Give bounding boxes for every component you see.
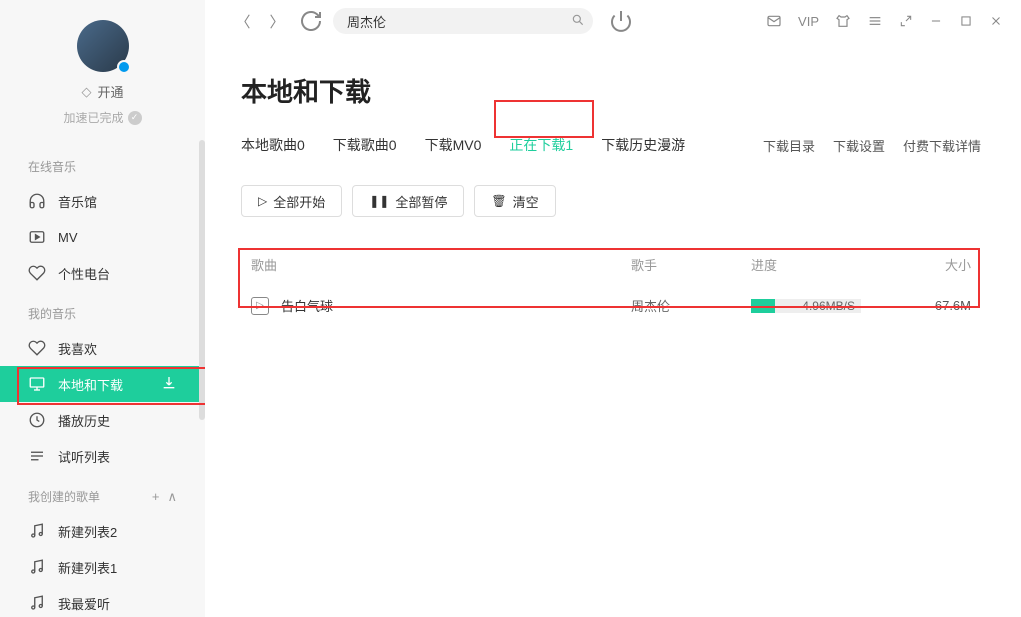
accel-status: 加速已完成 ✓ — [63, 109, 141, 126]
list-icon — [28, 447, 46, 465]
sidebar-item-playlist2[interactable]: 新建列表2 — [0, 513, 205, 549]
minimize-icon[interactable] — [929, 14, 943, 28]
clock-icon — [28, 411, 46, 429]
label: 我喜欢 — [58, 339, 97, 358]
sidebar-item-trial-list[interactable]: 试听列表 — [0, 438, 205, 474]
trash-icon: 🗑 — [491, 194, 506, 208]
label: 本地和下载 — [58, 375, 123, 394]
col-artist: 歌手 — [631, 255, 751, 274]
speed-text: 4.96MB/S — [802, 299, 855, 313]
search-input[interactable] — [347, 14, 571, 29]
mail-icon[interactable] — [766, 13, 782, 29]
link-download-settings[interactable]: 下载设置 — [833, 136, 885, 155]
headphones-icon — [28, 192, 46, 210]
label: 播放历史 — [58, 411, 110, 430]
table-row[interactable]: ▷ 告白气球 周杰伦 4.96MB/S 67.6M — [241, 282, 981, 329]
scrollbar[interactable] — [199, 140, 205, 420]
music-note-icon — [28, 594, 46, 612]
song-cell: ▷ 告白气球 — [251, 296, 631, 315]
heart-icon — [28, 339, 46, 357]
section-playlists: 我创建的歌单 + ∧ — [0, 474, 205, 513]
download-icon — [161, 375, 177, 394]
section-online-music: 在线音乐 — [0, 144, 205, 183]
page-title: 本地和下载 — [241, 72, 981, 109]
progress-bar: 4.96MB/S — [751, 299, 861, 313]
link-download-dir[interactable]: 下载目录 — [763, 136, 815, 155]
sidebar-item-favorites[interactable]: 我喜欢 — [0, 330, 205, 366]
back-button[interactable]: 〈 — [231, 9, 255, 33]
pause-icon: ❚❚ — [369, 194, 389, 208]
collapse-icon[interactable]: ∧ — [167, 489, 177, 505]
play-icon[interactable]: ▷ — [251, 297, 269, 315]
main: 〈 〉 VIP 本地和下载 本地歌曲0 下载歌曲0 下载MV0 正在下载1 下载… — [205, 0, 1021, 617]
mini-icon[interactable] — [899, 14, 913, 28]
sidebar-item-most-played[interactable]: 我最爱听 — [0, 585, 205, 617]
tab-downloading[interactable]: 正在下载1 — [509, 129, 573, 161]
tab-links: 下载目录 下载设置 付费下载详情 — [763, 136, 981, 155]
col-size: 大小 — [901, 255, 971, 274]
forward-button[interactable]: 〉 — [265, 9, 289, 33]
close-icon[interactable] — [989, 14, 1003, 28]
action-row: ▷全部开始 ❚❚全部暂停 🗑清空 — [241, 185, 981, 217]
size-cell: 67.6M — [901, 298, 971, 313]
music-note-icon — [28, 558, 46, 576]
power-icon[interactable] — [609, 9, 633, 33]
tab-local-songs[interactable]: 本地歌曲0 — [241, 129, 305, 161]
play-rect-icon — [28, 228, 46, 246]
label: 个性电台 — [58, 264, 110, 283]
col-progress: 进度 — [751, 255, 901, 274]
profile-section: ◇ 开通 加速已完成 ✓ — [0, 20, 205, 126]
playlist-title: 我创建的歌单 — [28, 488, 100, 505]
refresh-button[interactable] — [299, 9, 323, 33]
search-box[interactable] — [333, 8, 593, 34]
menu-icon[interactable] — [867, 13, 883, 29]
label: 试听列表 — [58, 447, 110, 466]
accel-label: 加速已完成 — [63, 109, 123, 126]
label: 我最爱听 — [58, 594, 110, 613]
skin-icon[interactable] — [835, 13, 851, 29]
diamond-icon: ◇ — [81, 84, 91, 100]
label: 音乐馆 — [58, 192, 97, 211]
pause-all-button[interactable]: ❚❚全部暂停 — [352, 185, 464, 217]
vip-label: 开通 — [97, 82, 123, 101]
check-icon: ✓ — [128, 111, 142, 125]
play-icon: ▷ — [258, 194, 267, 208]
sidebar-item-local-download[interactable]: 本地和下载 — [0, 366, 205, 402]
monitor-icon — [28, 375, 46, 393]
search-icon[interactable] — [571, 13, 585, 30]
progress-fill — [751, 299, 775, 313]
tab-row: 本地歌曲0 下载歌曲0 下载MV0 正在下载1 下载历史漫游 下载目录 下载设置… — [241, 129, 981, 161]
music-note-icon — [28, 522, 46, 540]
content: 本地和下载 本地歌曲0 下载歌曲0 下载MV0 正在下载1 下载历史漫游 下载目… — [205, 42, 1021, 617]
start-all-button[interactable]: ▷全部开始 — [241, 185, 342, 217]
add-playlist-icon[interactable]: + — [152, 489, 160, 505]
col-song: 歌曲 — [251, 255, 631, 274]
artist-cell: 周杰伦 — [631, 296, 751, 315]
heart-wave-icon — [28, 264, 46, 282]
link-paid-detail[interactable]: 付费下载详情 — [903, 136, 981, 155]
avatar[interactable] — [77, 20, 129, 72]
tab-downloaded-songs[interactable]: 下载歌曲0 — [333, 129, 397, 161]
label: MV — [58, 230, 78, 245]
vip-open[interactable]: ◇ 开通 — [81, 82, 123, 101]
sidebar: ◇ 开通 加速已完成 ✓ 在线音乐 音乐馆 MV 个性电台 我的音乐 我喜欢 本… — [0, 0, 205, 617]
sidebar-item-mv[interactable]: MV — [0, 219, 205, 255]
sidebar-item-music-hall[interactable]: 音乐馆 — [0, 183, 205, 219]
tab-history-roam[interactable]: 下载历史漫游 — [601, 129, 685, 161]
sidebar-item-playlist1[interactable]: 新建列表1 — [0, 549, 205, 585]
clear-button[interactable]: 🗑清空 — [474, 185, 555, 217]
label: 新建列表1 — [58, 558, 117, 577]
tab-downloaded-mv[interactable]: 下载MV0 — [425, 129, 482, 161]
table-header: 歌曲 歌手 进度 大小 — [241, 247, 981, 282]
vip-text[interactable]: VIP — [798, 14, 819, 29]
label: 新建列表2 — [58, 522, 117, 541]
sidebar-item-history[interactable]: 播放历史 — [0, 402, 205, 438]
song-title: 告白气球 — [281, 296, 333, 315]
sidebar-item-radio[interactable]: 个性电台 — [0, 255, 205, 291]
topbar: 〈 〉 VIP — [205, 0, 1021, 42]
progress-cell: 4.96MB/S — [751, 299, 901, 313]
maximize-icon[interactable] — [959, 14, 973, 28]
avatar-badge — [117, 60, 131, 74]
section-my-music: 我的音乐 — [0, 291, 205, 330]
